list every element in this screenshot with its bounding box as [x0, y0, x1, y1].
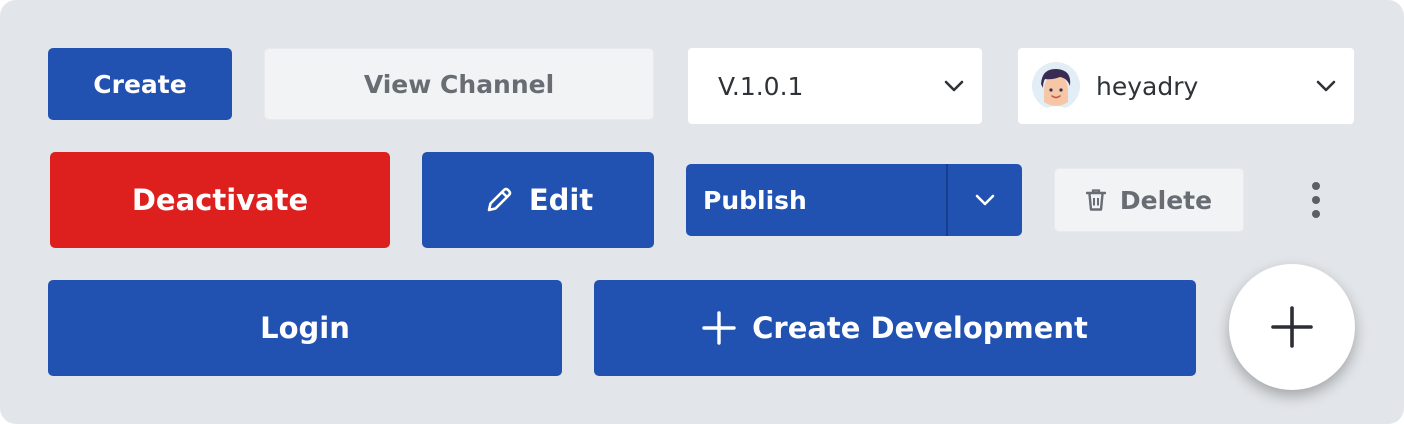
version-select-value: V.1.0.1 [718, 71, 804, 101]
edit-button[interactable]: Edit [422, 152, 654, 248]
user-select[interactable]: heyadry [1018, 48, 1354, 124]
version-select[interactable]: V.1.0.1 [688, 48, 982, 124]
delete-button-label: Delete [1119, 185, 1213, 215]
user-select-value: heyadry [1096, 71, 1199, 101]
publish-button[interactable]: Publish [686, 164, 948, 236]
login-button[interactable]: Login [48, 280, 562, 376]
avatar [1032, 62, 1080, 110]
floating-add-button[interactable] [1229, 264, 1355, 390]
publish-button-label: Publish [703, 185, 807, 215]
login-button-label: Login [260, 311, 350, 345]
plus-icon [1271, 306, 1313, 348]
pencil-icon [487, 187, 512, 212]
deactivate-button[interactable]: Deactivate [50, 152, 390, 248]
create-button[interactable]: Create [48, 48, 232, 120]
more-vertical-icon [1312, 182, 1320, 218]
create-development-button[interactable]: Create Development [594, 280, 1196, 376]
view-channel-button[interactable]: View Channel [264, 48, 654, 120]
chevron-down-icon [975, 194, 995, 206]
deactivate-button-label: Deactivate [131, 183, 309, 217]
trash-icon [1085, 189, 1106, 211]
publish-dropdown-toggle[interactable] [948, 164, 1022, 236]
publish-split-button: Publish [686, 164, 1022, 236]
chevron-down-icon [1316, 80, 1336, 92]
plus-icon [702, 311, 736, 345]
more-menu-button[interactable] [1298, 178, 1334, 222]
create-development-button-label: Create Development [752, 311, 1088, 345]
button-showcase-panel: Create View Channel V.1.0.1 heyadry Deac… [0, 0, 1404, 424]
view-channel-button-label: View Channel [363, 69, 555, 99]
edit-button-label: Edit [528, 183, 594, 217]
chevron-down-icon [944, 80, 964, 92]
delete-button[interactable]: Delete [1054, 168, 1244, 232]
create-button-label: Create [93, 69, 187, 99]
